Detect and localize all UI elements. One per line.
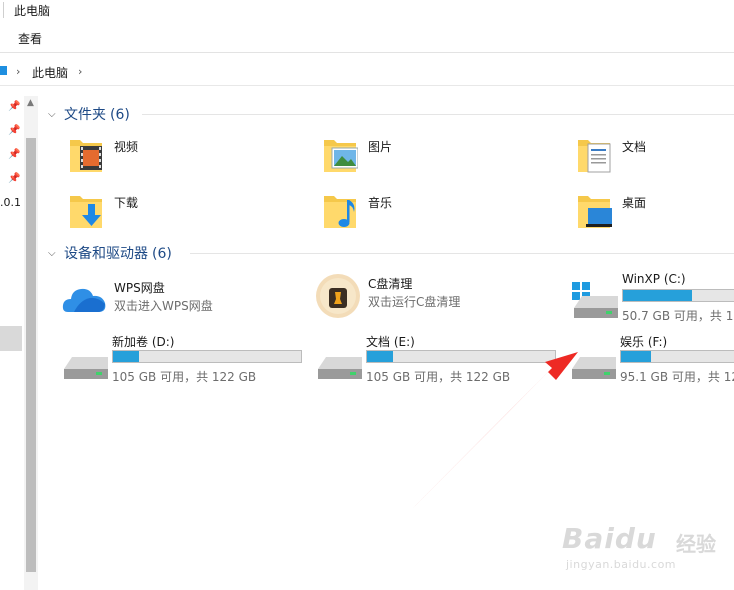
- music-folder-icon: [324, 196, 356, 228]
- drive-usage-bar: [622, 289, 734, 302]
- folder-music[interactable]: 音乐: [322, 190, 552, 238]
- drive-d[interactable]: 新加卷 (D:) 105 GB 可用，共 122 GB: [62, 333, 302, 384]
- system-drive-icon: [572, 282, 618, 318]
- folder-label: 文档: [622, 140, 647, 154]
- drive-usage-bar: [112, 350, 302, 363]
- folder-label: 下载: [114, 196, 139, 210]
- group-count: (6): [110, 107, 130, 123]
- group-divider: [142, 114, 734, 115]
- drive-free-space: 50.7 GB 可用，共 10: [622, 309, 734, 323]
- pin-icon[interactable]: 📌: [8, 102, 20, 112]
- scrollbar-thumb[interactable]: [26, 138, 36, 572]
- computer-icon: [0, 66, 7, 75]
- drive-e[interactable]: 文档 (E:) 105 GB 可用，共 122 GB: [316, 333, 556, 384]
- folder-label: 图片: [368, 140, 393, 154]
- pin-icon[interactable]: 📌: [8, 126, 20, 136]
- hard-drive-icon: [572, 357, 616, 379]
- watermark-url: jingyan.baidu.com: [566, 558, 677, 571]
- navigation-pane: 📌 📌 📌 📌 .0.1: [0, 90, 24, 590]
- drive-usage-fill: [367, 351, 394, 362]
- group-count: (6): [152, 246, 172, 262]
- drive-usage-fill: [623, 290, 692, 301]
- drive-f[interactable]: 娱乐 (F:) 95.1 GB 可用，共 12: [570, 333, 734, 384]
- folder-videos[interactable]: 视频: [68, 134, 298, 182]
- shortcut-desc: 双击进入WPS网盘: [114, 299, 213, 313]
- title-separator: [3, 2, 4, 18]
- downloads-folder-icon: [70, 196, 102, 228]
- watermark-cn: 经验: [676, 532, 716, 556]
- tab-view[interactable]: 查看: [18, 30, 42, 47]
- drive-usage-fill: [113, 351, 140, 362]
- window-title: 此电脑: [14, 4, 51, 18]
- desktop-folder-icon: [578, 196, 612, 228]
- folder-label: 音乐: [368, 196, 393, 210]
- video-folder-icon: [70, 140, 102, 172]
- title-bar: 此电脑: [0, 0, 734, 22]
- pin-icon[interactable]: 📌: [8, 150, 20, 160]
- folder-downloads[interactable]: 下载: [68, 190, 298, 238]
- chevron-right-icon[interactable]: ›: [16, 65, 20, 78]
- chevron-down-icon[interactable]: ⌵: [48, 109, 60, 120]
- hard-drive-icon: [318, 357, 362, 379]
- shortcut-wps-cloud[interactable]: WPS网盘 双击进入WPS网盘: [60, 276, 290, 326]
- group-header-folders[interactable]: ⌵ 文件夹 (6): [48, 104, 734, 124]
- breadcrumb-this-pc[interactable]: 此电脑: [32, 64, 68, 81]
- chevron-down-icon[interactable]: ⌵: [48, 248, 60, 259]
- shortcut-name: WPS网盘: [114, 281, 165, 295]
- drive-usage-bar: [620, 350, 734, 363]
- documents-folder-icon: [578, 140, 611, 173]
- hard-drive-icon: [64, 357, 108, 379]
- shortcut-disk-cleanup[interactable]: C盘清理 双击运行C盘清理: [314, 272, 544, 322]
- group-header-devices[interactable]: ⌵ 设备和驱动器 (6): [48, 243, 734, 263]
- chevron-right-icon[interactable]: ›: [78, 65, 82, 78]
- drive-usage-fill: [621, 351, 652, 362]
- pictures-folder-icon: [324, 140, 358, 172]
- disk-cleanup-icon: [316, 274, 360, 318]
- drive-name: 新加卷 (D:): [112, 335, 175, 349]
- group-label: 文件夹: [64, 107, 106, 123]
- drive-name: 娱乐 (F:): [620, 335, 668, 349]
- folder-documents[interactable]: 文档: [576, 134, 734, 182]
- drive-free-space: 105 GB 可用，共 122 GB: [112, 370, 257, 384]
- shortcut-name: C盘清理: [368, 277, 413, 291]
- drive-c[interactable]: WinXP (C:) 50.7 GB 可用，共 10: [572, 272, 734, 323]
- nav-scrollbar[interactable]: ▲: [24, 96, 38, 590]
- scroll-up-icon[interactable]: ▲: [27, 98, 34, 108]
- group-label: 设备和驱动器: [64, 246, 148, 262]
- group-divider: [190, 253, 734, 254]
- drive-free-space: 105 GB 可用，共 122 GB: [366, 370, 511, 384]
- wps-cloud-icon: [62, 288, 106, 312]
- drive-name: 文档 (E:): [366, 335, 415, 349]
- folder-pictures[interactable]: 图片: [322, 134, 552, 182]
- watermark-brand: Baidu: [562, 522, 657, 555]
- drive-free-space: 95.1 GB 可用，共 12: [620, 370, 734, 384]
- folder-desktop[interactable]: 桌面: [576, 190, 734, 238]
- folder-label: 桌面: [622, 196, 647, 210]
- drive-usage-bar: [366, 350, 556, 363]
- shortcut-desc: 双击运行C盘清理: [368, 295, 461, 309]
- ribbon: 查看: [0, 22, 734, 53]
- baidu-watermark: Baidu 经验 jingyan.baidu.com: [562, 510, 732, 580]
- nav-item-selected[interactable]: [0, 326, 22, 351]
- drive-name: WinXP (C:): [622, 272, 686, 286]
- address-bar[interactable]: › 此电脑 ›: [0, 58, 734, 86]
- pin-icon[interactable]: 📌: [8, 174, 20, 184]
- folder-label: 视频: [114, 140, 139, 154]
- nav-item-truncated[interactable]: .0.1: [0, 196, 21, 209]
